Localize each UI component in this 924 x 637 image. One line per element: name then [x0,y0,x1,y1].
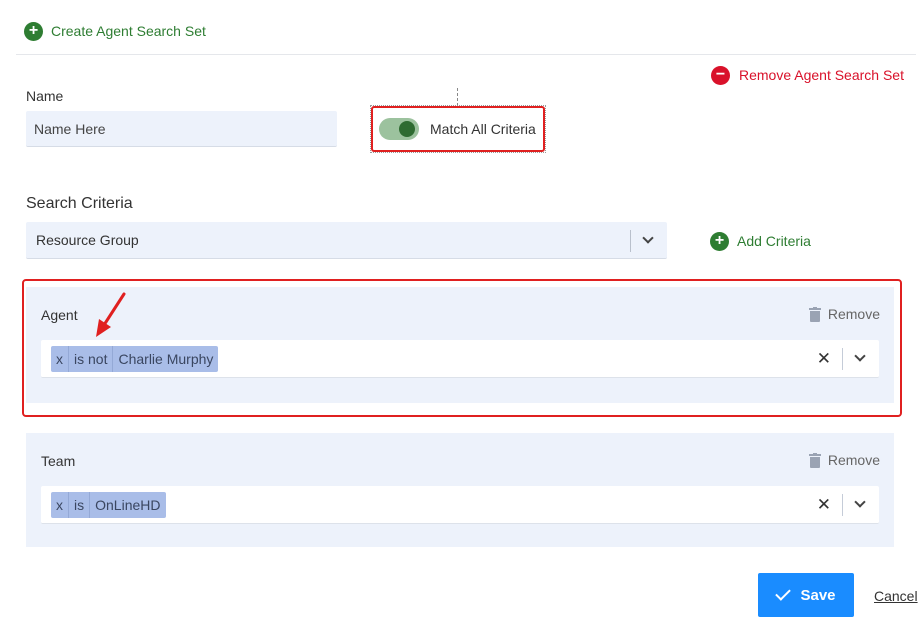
chip-operator[interactable]: is not [69,346,114,372]
search-criteria-label: Search Criteria [26,195,133,212]
chip-operator[interactable]: is [69,492,91,518]
chevron-down-icon[interactable] [642,232,654,244]
criteria-title: Agent [41,307,78,323]
annotation-arrow-icon [96,292,126,337]
clear-selection-icon[interactable]: ✕ [817,495,831,515]
toggle-knob [399,121,415,137]
criteria-title: Team [41,453,76,469]
chip-value: OnLineHD [95,497,161,513]
chip-remove-button[interactable]: x [51,492,69,518]
save-button[interactable]: Save [758,573,854,617]
criteria-card-agent: Agent Remove x is not Charlie Murphy ✕ [26,287,894,403]
toggle-switch[interactable] [379,118,419,140]
criteria-chip: x is OnLineHD [51,492,166,518]
search-criteria-select[interactable]: Resource Group [26,222,667,259]
agent-multiselect[interactable]: x is not Charlie Murphy ✕ [41,340,879,378]
minus-circle-icon: − [711,65,730,85]
clear-selection-icon[interactable]: ✕ [817,349,831,369]
chevron-down-icon[interactable] [854,350,866,362]
plus-circle-icon: + [24,21,43,41]
save-label: Save [800,586,836,604]
search-criteria-selected-value: Resource Group [36,232,139,248]
remove-agent-search-set-label: Remove Agent Search Set [739,67,904,83]
select-separator [842,494,843,516]
trash-icon [808,452,821,468]
select-separator [630,230,631,252]
criteria-chip: x is not Charlie Murphy [51,346,219,372]
remove-criteria-label: Remove [827,306,880,322]
remove-agent-search-set-button[interactable]: − Remove Agent Search Set [711,65,904,85]
team-multiselect[interactable]: x is OnLineHD ✕ [41,486,879,524]
plus-circle-icon: + [710,231,729,251]
create-agent-search-set-button[interactable]: + Create Agent Search Set [24,21,206,41]
add-criteria-label: Add Criteria [737,233,811,249]
header-divider [16,54,916,55]
focus-guide-line [457,88,458,106]
select-separator [842,348,843,370]
trash-icon [808,306,821,322]
remove-criteria-button[interactable]: Remove [808,452,880,468]
remove-criteria-button[interactable]: Remove [808,306,880,322]
remove-criteria-label: Remove [827,452,880,468]
cancel-link[interactable]: Cancel [874,588,918,604]
name-label: Name [26,88,64,104]
match-all-criteria-label: Match All Criteria [430,121,536,137]
chevron-down-icon[interactable] [854,496,866,508]
create-agent-search-set-label: Create Agent Search Set [51,23,206,39]
chip-value: Charlie Murphy [118,351,214,367]
name-input[interactable] [26,111,337,147]
add-criteria-button[interactable]: + Add Criteria [710,231,811,251]
check-icon [775,585,792,601]
match-all-criteria-toggle[interactable]: Match All Criteria [370,105,546,153]
chip-remove-button[interactable]: x [51,346,69,372]
criteria-card-team: Team Remove x is OnLineHD ✕ [26,433,894,547]
